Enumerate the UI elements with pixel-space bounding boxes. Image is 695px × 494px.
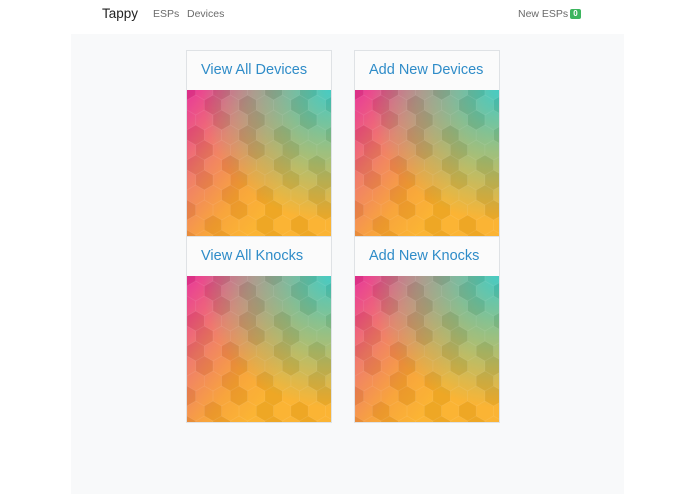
main-content: View All Devices Add New Devices View Al…: [71, 34, 624, 494]
add-new-devices-link[interactable]: Add New Devices: [355, 51, 499, 90]
card-view-all-devices: View All Devices: [186, 50, 332, 237]
card-view-all-knocks: View All Knocks: [186, 236, 332, 423]
add-new-knocks-link[interactable]: Add New Knocks: [355, 237, 499, 276]
nav-link-devices[interactable]: Devices: [187, 8, 224, 20]
brand-link[interactable]: Tappy: [102, 6, 138, 21]
nav-link-new-esps[interactable]: New ESPs 0: [518, 8, 581, 20]
card-hex-pattern-image[interactable]: [187, 90, 331, 236]
card-hex-pattern-image[interactable]: [187, 276, 331, 422]
card-hex-pattern-image[interactable]: [355, 276, 499, 422]
card-add-new-devices: Add New Devices: [354, 50, 500, 237]
top-navbar: Tappy ESPs Devices New ESPs 0: [0, 0, 695, 30]
nav-link-esps[interactable]: ESPs: [153, 8, 179, 20]
new-esps-label: New ESPs: [518, 8, 569, 20]
view-all-devices-link[interactable]: View All Devices: [187, 51, 331, 90]
card-add-new-knocks: Add New Knocks: [354, 236, 500, 423]
new-esps-count-badge: 0: [570, 9, 581, 19]
view-all-knocks-link[interactable]: View All Knocks: [187, 237, 331, 276]
card-hex-pattern-image[interactable]: [355, 90, 499, 236]
